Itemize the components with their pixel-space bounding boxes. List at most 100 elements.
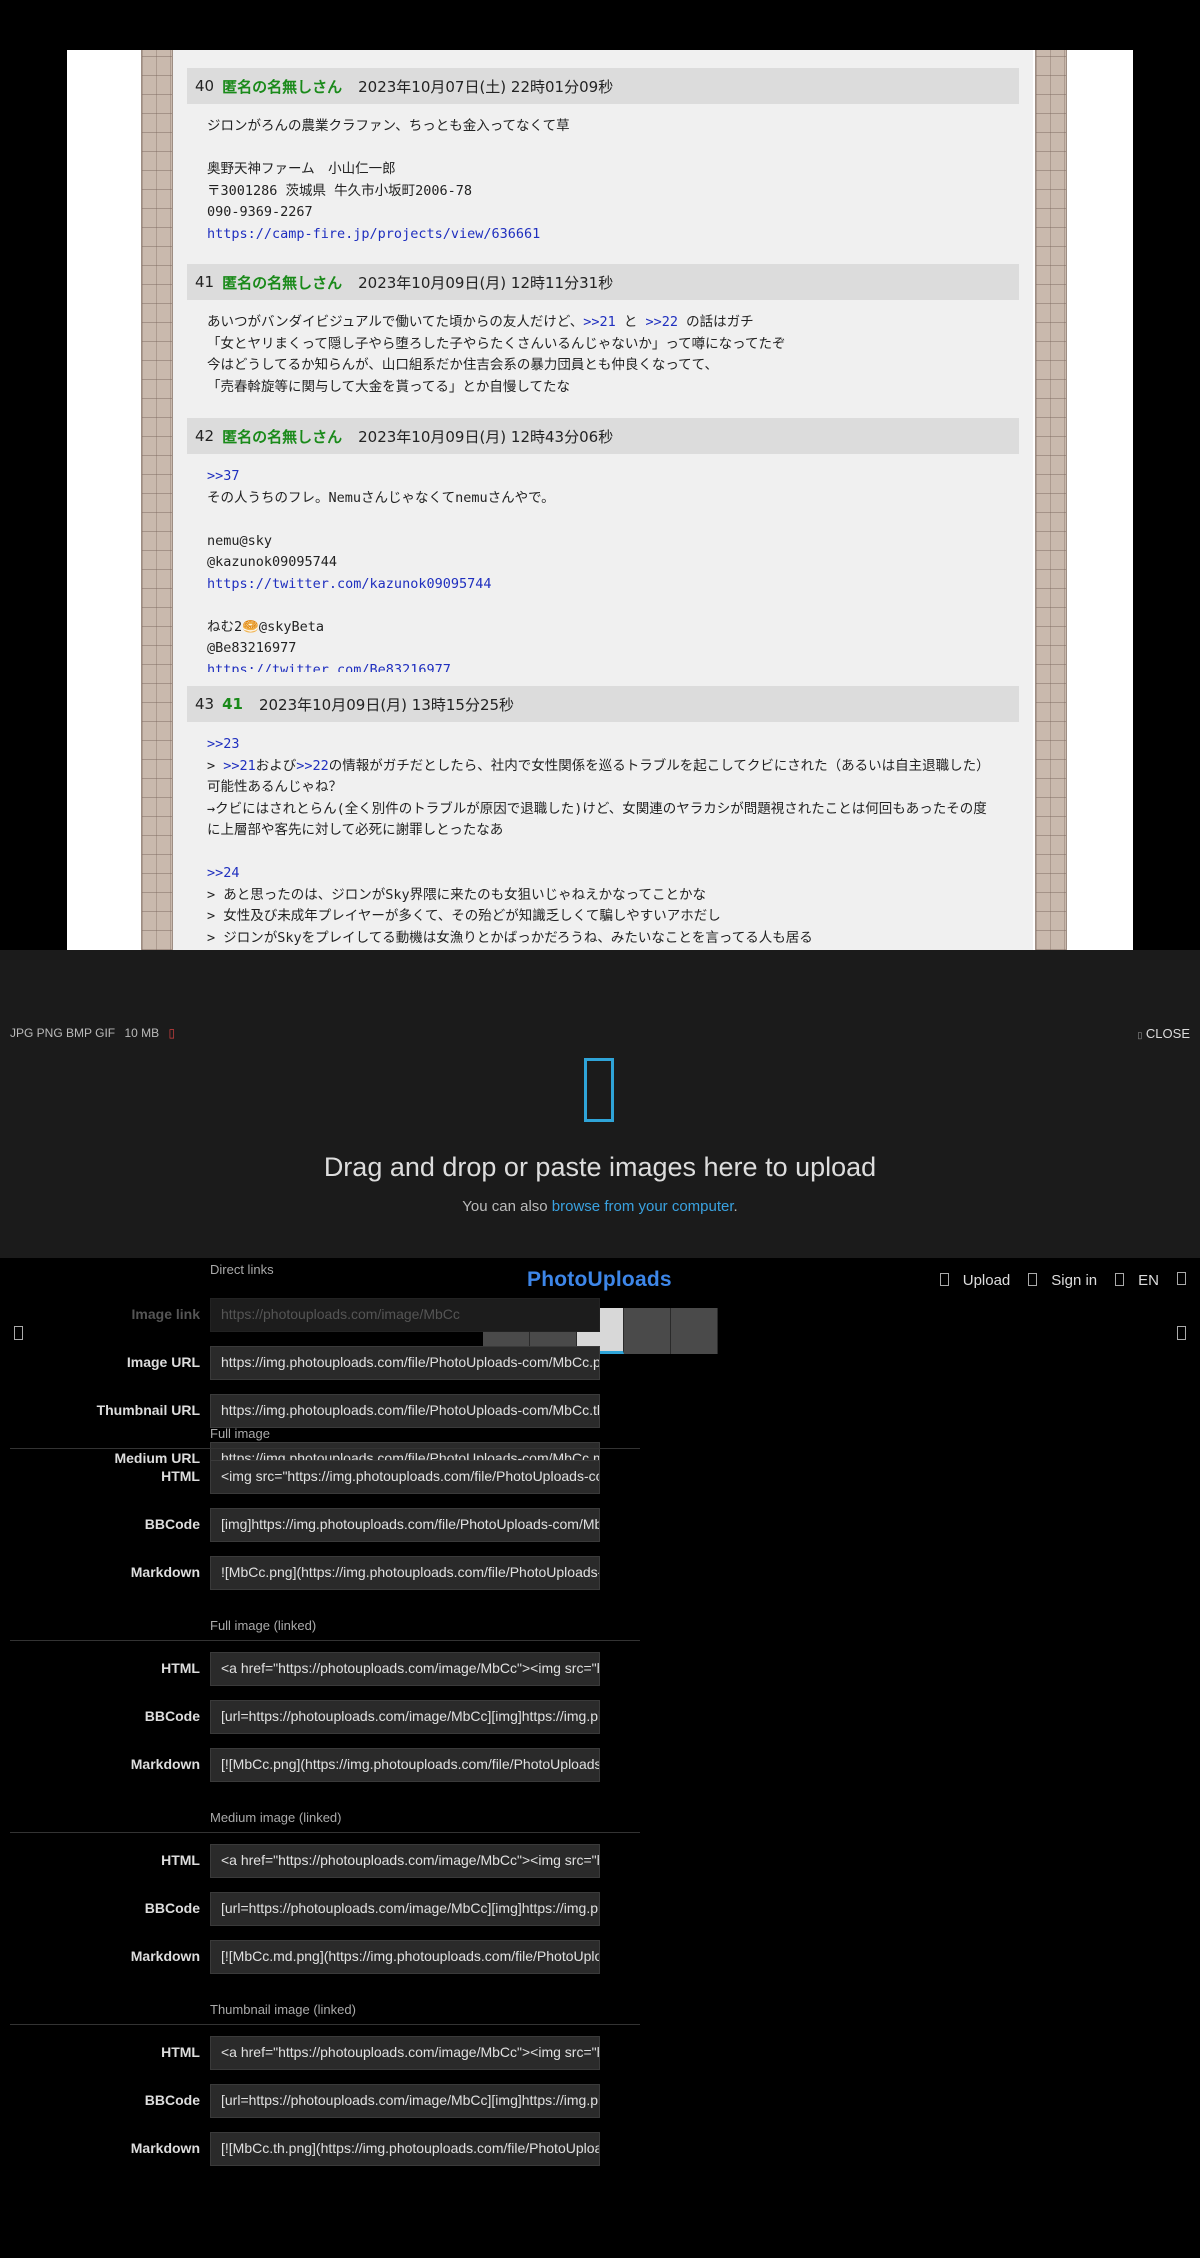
- site-logo[interactable]: PhotoUploads: [527, 1268, 672, 1292]
- poster-name[interactable]: 匿名の名無しさん: [222, 76, 342, 97]
- divider: [10, 1640, 640, 1641]
- post-date: 2023年10月09日(月) 13時15分25秒: [258, 695, 515, 714]
- embed-code-field[interactable]: [![MbCc.th.png](https://img.photouploads…: [210, 2132, 600, 2166]
- poster-name[interactable]: 匿名の名無しさん: [222, 272, 342, 293]
- thread-post: 41 匿名の名無しさん 2023年10月09日(月) 12時11分31秒あいつがバン…: [187, 264, 1019, 398]
- globe-icon: [1115, 1273, 1125, 1286]
- embed-code-field[interactable]: [url=https://photouploads.com/image/MbCc…: [210, 2084, 600, 2118]
- embed-code-field[interactable]: https://photouploads.com/image/MbCc: [210, 1298, 600, 1332]
- anchor-link[interactable]: https://twitter.com/kazunok09095744: [207, 574, 999, 596]
- embed-row-label: Markdown: [130, 1756, 200, 1772]
- poster-name[interactable]: 41: [222, 695, 243, 713]
- subtext-prefix: You can also: [462, 1198, 552, 1215]
- user-icon: [1028, 1273, 1038, 1286]
- formats-text: JPG PNG BMP GIF: [10, 1026, 116, 1040]
- post-header: 42 匿名の名無しさん 2023年10月09日(月) 12時43分06秒: [187, 418, 1019, 454]
- embed-row-label: Markdown: [130, 2140, 200, 2156]
- embed-row-label: Medium URL: [114, 1450, 200, 1466]
- menu-icon[interactable]: [1177, 1272, 1186, 1285]
- embed-row-label: Image URL: [126, 1354, 200, 1370]
- thread-post: 43 41 2023年10月09日(月) 13時15分25秒 >>23 > >>21およ…: [187, 686, 1019, 949]
- post-number: 40: [195, 77, 215, 95]
- brick-wall-left: [141, 50, 173, 950]
- anchor-link[interactable]: https://twitter.com/Be83216977: [207, 660, 999, 673]
- post-line: [207, 842, 999, 864]
- post-line: [207, 595, 999, 617]
- browse-computer-link[interactable]: browse from your computer: [552, 1198, 734, 1215]
- embed-group-title: Thumbnail image (linked): [210, 2002, 356, 2017]
- chevron-right-icon[interactable]: [1177, 1326, 1186, 1340]
- embed-row-label: BBCode: [144, 1708, 200, 1724]
- reply-anchor-link[interactable]: >>21: [583, 314, 616, 330]
- post-line: [207, 138, 999, 160]
- reply-anchor-link[interactable]: >>22: [296, 758, 329, 774]
- upload-icon: [939, 1273, 949, 1286]
- main-content: PhotoUploads Upload Sign in EN Direct li…: [0, 1258, 1200, 2258]
- embed-row-label: Markdown: [130, 1948, 200, 1964]
- max-size-text: 10 MB: [124, 1026, 160, 1040]
- embed-code-field[interactable]: [![MbCc.md.png](https://img.photouploads…: [210, 1940, 600, 1974]
- post-number: 42: [195, 427, 215, 445]
- upload-dropzone[interactable]: JPG PNG BMP GIF 10 MB ▯ ▯ CLOSE Drag and…: [0, 950, 1200, 1258]
- reply-anchor-link[interactable]: >>22: [646, 314, 679, 330]
- embed-code-field[interactable]: <a href="https://photouploads.com/image/…: [210, 2036, 600, 2070]
- divider: [10, 1448, 640, 1449]
- post-line: 「売春斡旋等に関与して大金を貰ってる」とか自慢してたな: [207, 378, 571, 395]
- post-line: @Be83216977: [207, 640, 297, 656]
- nav-signin[interactable]: Sign in: [1028, 1272, 1097, 1289]
- divider: [10, 1832, 640, 1833]
- embed-row-label: Thumbnail URL: [96, 1402, 200, 1418]
- poster-name[interactable]: 匿名の名無しさん: [222, 426, 342, 447]
- post-body: >>23 > >>21および>>22の情報がガチだとしたら、社内で女性関係を巡るト…: [187, 722, 1019, 949]
- embed-code-field[interactable]: <img src="https://img.photouploads.com/f…: [210, 1460, 600, 1494]
- embed-code-field[interactable]: [![MbCc.png](https://img.photouploads.co…: [210, 1748, 600, 1782]
- embed-code-field[interactable]: <a href="https://photouploads.com/image/…: [210, 1652, 600, 1686]
- post-header: 40 匿名の名無しさん 2023年10月07日(土) 22時01分09秒: [187, 68, 1019, 104]
- post-date: 2023年10月09日(月) 12時11分31秒: [358, 273, 614, 292]
- thread-board: 40 匿名の名無しさん 2023年10月07日(土) 22時01分09秒ジロンがろん…: [173, 50, 1033, 950]
- line-fragment: あいつがバンダイビジュアルで働いてた頃からの友人だけど、: [207, 314, 584, 330]
- embed-group-title: Full image: [210, 1426, 270, 1441]
- embed-row-label: BBCode: [144, 1516, 200, 1532]
- post-date: 2023年10月07日(土) 22時01分09秒: [358, 77, 614, 96]
- thumbnail[interactable]: [671, 1308, 718, 1354]
- nav-language[interactable]: EN: [1115, 1272, 1159, 1289]
- anchor-link[interactable]: >>23: [207, 734, 999, 756]
- close-button[interactable]: ▯ CLOSE: [1137, 1026, 1190, 1041]
- embed-code-field[interactable]: [url=https://photouploads.com/image/MbCc…: [210, 1700, 600, 1734]
- post-line: その人うちのフレ。Nemuさんじゃなくてnemuさんやで。: [207, 489, 555, 506]
- post-header: 41 匿名の名無しさん 2023年10月09日(月) 12時11分31秒: [187, 264, 1019, 300]
- embed-row-label: BBCode: [144, 1900, 200, 1916]
- post-line: ジロンがろんの農業クラファン、ちっとも金入ってなくて草: [207, 118, 570, 134]
- nav-upload-label: Upload: [962, 1272, 1011, 1289]
- post-line: @kazunok09095744: [207, 554, 338, 570]
- reply-anchor-link[interactable]: >>21: [223, 758, 256, 774]
- uploaded-image-preview: 40 匿名の名無しさん 2023年10月07日(土) 22時01分09秒ジロンがろん…: [67, 50, 1133, 950]
- nav-upload[interactable]: Upload: [939, 1272, 1011, 1289]
- embed-row-label: Image link: [131, 1306, 200, 1322]
- post-line: nemu@sky: [207, 532, 273, 549]
- post-line: ねむ2🥯@skyBeta: [207, 618, 324, 635]
- thread-post: 42 匿名の名無しさん 2023年10月09日(月) 12時43分06秒 >>37 その…: [187, 418, 1019, 672]
- thumbnail[interactable]: [624, 1308, 671, 1354]
- post-header: 43 41 2023年10月09日(月) 13時15分25秒: [187, 686, 1019, 722]
- close-label: CLOSE: [1145, 1026, 1190, 1041]
- post-number: 41: [195, 273, 215, 291]
- embed-row-label: Markdown: [130, 1564, 200, 1580]
- embed-row-label: HTML: [161, 1660, 200, 1676]
- post-line: 「女とヤリまくって隠し子やら堕ろした子やらたくさんいるんじゃないか」って噂になっ…: [207, 335, 786, 352]
- embed-code-field[interactable]: <a href="https://photouploads.com/image/…: [210, 1844, 600, 1878]
- chevron-left-icon[interactable]: [14, 1326, 23, 1340]
- embed-code-field[interactable]: https://img.photouploads.com/file/PhotoU…: [210, 1346, 600, 1380]
- embed-code-field[interactable]: [img]https://img.photouploads.com/file/P…: [210, 1508, 600, 1542]
- post-body: あいつがバンダイビジュアルで働いてた頃からの友人だけど、>>21 と >>22 …: [187, 300, 1019, 398]
- allowed-formats: JPG PNG BMP GIF 10 MB ▯: [10, 1026, 175, 1040]
- anchor-link[interactable]: >>24: [207, 863, 999, 885]
- anchor-link[interactable]: https://camp-fire.jp/projects/view/63666…: [207, 224, 999, 246]
- embed-code-field[interactable]: [url=https://photouploads.com/image/MbCc…: [210, 1892, 600, 1926]
- post-line: 090-9369-2267: [207, 204, 313, 220]
- embed-code-field[interactable]: https://img.photouploads.com/file/PhotoU…: [210, 1394, 600, 1428]
- embed-group-title: Medium image (linked): [210, 1810, 342, 1825]
- anchor-link[interactable]: >>37: [207, 466, 999, 488]
- embed-code-field[interactable]: ![MbCc.png](https://img.photouploads.com…: [210, 1556, 600, 1590]
